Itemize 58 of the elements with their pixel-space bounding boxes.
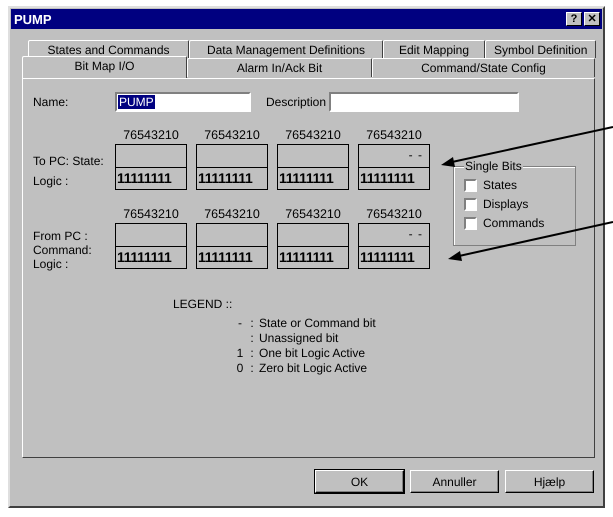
logic-cell-text: 11111111	[278, 169, 334, 188]
legend-separator: :	[249, 316, 255, 331]
logic-cell-text: 11111111	[278, 248, 334, 267]
row-label: From PC :	[33, 229, 89, 243]
row-label: Logic :	[33, 257, 70, 271]
window-title: PUMP	[14, 12, 52, 26]
bit-index-header: 76543210	[123, 128, 179, 144]
checkbox-label[interactable]: States	[483, 178, 518, 192]
field-label: Name:	[33, 95, 70, 109]
close-button[interactable]: ✕	[584, 12, 600, 26]
legend-text: Unassigned bit	[259, 331, 338, 346]
bit-index-header: 76543210	[366, 128, 422, 144]
legend-symbol: -	[237, 316, 243, 331]
legend-symbol: 1	[236, 346, 244, 361]
bit-index-header: 76543210	[123, 207, 179, 223]
legend-text: One bit Logic Active	[259, 346, 366, 361]
legend-text: Zero bit Logic Active	[259, 361, 368, 376]
checkbox[interactable]	[464, 198, 477, 210]
checkbox[interactable]	[464, 216, 477, 230]
state-cell: - -	[359, 224, 429, 247]
legend-separator: :	[249, 346, 255, 361]
row-label: Logic :	[33, 174, 70, 188]
name-field[interactable]: PUMP	[115, 92, 251, 112]
tab[interactable]: Bit Map I/O	[22, 56, 187, 78]
group-title: Single Bits	[464, 159, 523, 173]
checkbox-label[interactable]: Commands	[483, 216, 544, 230]
legend-title: LEGEND ::	[173, 297, 234, 311]
logic-cell-text: 11111111	[359, 169, 416, 188]
state-cell: - -	[359, 145, 429, 168]
bit-index-header: 76543210	[204, 128, 260, 144]
dialog-button[interactable]: Hjælp	[505, 470, 594, 493]
tab[interactable]: Alarm In/Ack Bit	[187, 58, 372, 77]
checkbox[interactable]	[464, 178, 477, 192]
legend-text: State or Command bit	[259, 316, 376, 331]
row-label: Command:	[33, 243, 93, 257]
row-label: To PC: State:	[33, 154, 105, 168]
dialog-button[interactable]: OK	[315, 470, 404, 493]
logic-cell-text: 11111111	[197, 248, 254, 267]
bit-index-header: 76543210	[285, 128, 341, 144]
description-field[interactable]	[329, 92, 520, 112]
legend-symbol: 0	[236, 361, 244, 376]
legend-separator: :	[249, 331, 255, 346]
tab[interactable]: Data Management Definitions	[189, 40, 383, 58]
checkbox-label[interactable]: Displays	[483, 197, 528, 211]
bit-index-header: 76543210	[366, 207, 422, 223]
field-label: Description	[266, 95, 326, 109]
bit-index-header: 76543210	[285, 207, 341, 223]
tab[interactable]: Edit Mapping	[383, 40, 485, 58]
logic-cell-text: 11111111	[116, 248, 172, 267]
bit-index-header: 76543210	[204, 207, 260, 223]
help-button[interactable]: ?	[566, 12, 582, 26]
logic-cell-text: 11111111	[116, 169, 172, 188]
logic-cell-text: 11111111	[197, 169, 254, 188]
tab[interactable]: Symbol Definition	[485, 40, 596, 58]
tab[interactable]: Command/State Config	[372, 58, 595, 77]
legend-separator: :	[249, 361, 255, 376]
dialog-button[interactable]: Annuller	[410, 470, 499, 493]
logic-cell-text: 11111111	[359, 248, 416, 267]
